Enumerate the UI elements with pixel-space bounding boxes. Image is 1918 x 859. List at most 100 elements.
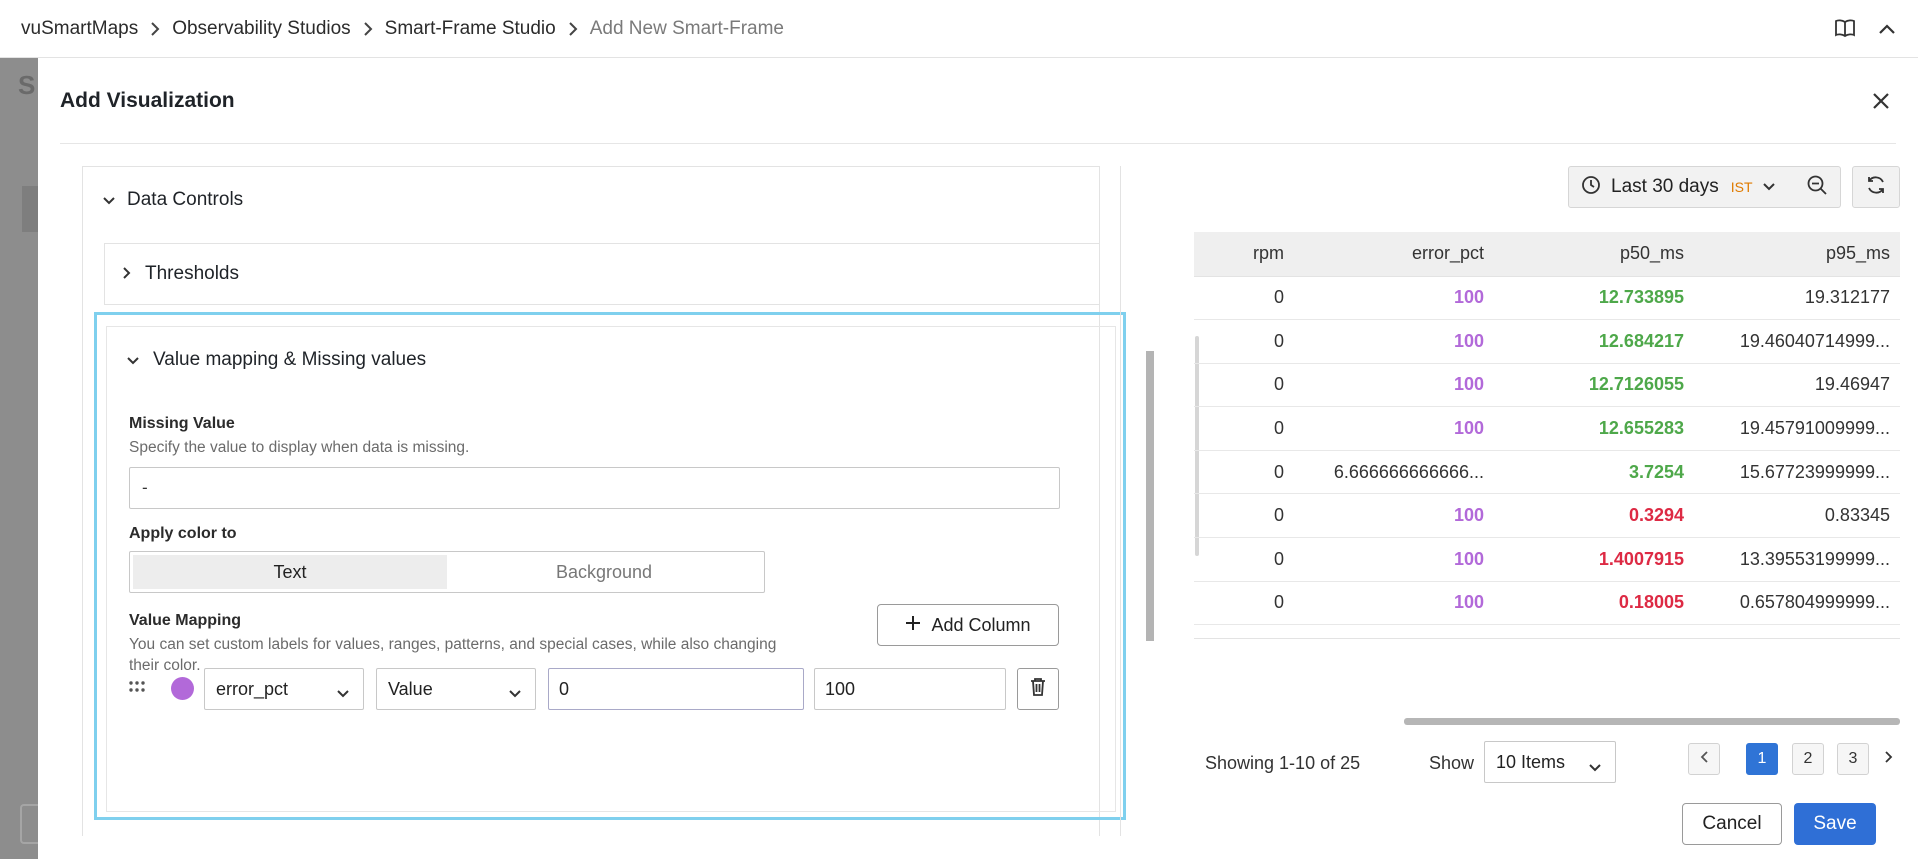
top-bar: vuSmartMaps Observability Studios Smart-… — [0, 0, 1918, 58]
next-page-button[interactable] — [1879, 743, 1899, 775]
cell-p50-ms: 0.3294 — [1494, 493, 1694, 539]
apply-color-label: Apply color to — [129, 525, 237, 542]
items-per-page-select[interactable]: 10 Items — [1484, 741, 1616, 783]
table-row: 0 100 1.4007915 13.39553199999... — [1194, 537, 1900, 582]
cell-p95-ms: 19.312177 — [1694, 276, 1900, 321]
background-page: S — [0, 58, 40, 859]
cell-rpm: 0 — [1194, 363, 1294, 408]
cell-p50-ms: 12.7126055 — [1494, 363, 1694, 408]
column-header-error-pct[interactable]: error_pct — [1294, 232, 1494, 277]
apply-color-option-text[interactable]: Text — [133, 555, 447, 589]
close-icon[interactable] — [1870, 90, 1892, 112]
breadcrumb-item-smart-frame-studio[interactable]: Smart-Frame Studio — [385, 18, 556, 40]
column-header-p50-ms[interactable]: p50_ms — [1494, 232, 1694, 277]
add-column-button[interactable]: Add Column — [877, 604, 1059, 646]
zoom-out-button[interactable] — [1793, 166, 1841, 208]
cell-error-pct: 100 — [1294, 537, 1494, 582]
modal-title: Add Visualization — [60, 89, 235, 112]
cell-p95-ms: 15.67723999999... — [1694, 450, 1900, 495]
page-button-1[interactable]: 1 — [1746, 743, 1778, 775]
preview-table: rpm error_pct p50_ms p95_ms 0 100 12.73389… — [1194, 232, 1900, 639]
data-controls-header[interactable]: Data Controls — [103, 189, 243, 211]
table-row: 0 100 12.684217 19.46040714999... — [1194, 319, 1900, 364]
zoom-out-icon — [1806, 174, 1828, 201]
chevron-right-icon — [568, 21, 578, 36]
prev-page-button[interactable] — [1688, 743, 1720, 775]
save-button[interactable]: Save — [1794, 803, 1876, 845]
table-row: 0 100 0.18005 0.657804999999... — [1194, 581, 1900, 626]
apply-color-option-background[interactable]: Background — [447, 555, 761, 589]
breadcrumb-item-observability-studios[interactable]: Observability Studios — [172, 18, 350, 40]
table-row: 0 100 12.655283 19.45791009999... — [1194, 406, 1900, 451]
table-header-row: rpm error_pct p50_ms p95_ms — [1194, 232, 1900, 277]
page-button-2[interactable]: 2 — [1792, 743, 1824, 775]
cell-p95-ms: 0.83345 — [1694, 493, 1900, 539]
book-icon[interactable] — [1834, 18, 1856, 43]
column-header-p95-ms[interactable]: p95_ms — [1694, 232, 1900, 277]
chevron-down-icon — [509, 682, 521, 703]
breadcrumb-item-vusmartmaps[interactable]: vuSmartMaps — [21, 18, 138, 40]
chevron-down-icon — [1589, 756, 1601, 777]
refresh-icon — [1865, 174, 1887, 201]
column-header-rpm[interactable]: rpm — [1194, 232, 1294, 277]
cell-rpm: 0 — [1194, 319, 1294, 364]
chevron-up-icon[interactable] — [1878, 22, 1896, 40]
drag-handle-icon[interactable] — [129, 680, 147, 698]
value-mapping-label: Value Mapping — [129, 612, 242, 629]
cell-error-pct: 100 — [1294, 406, 1494, 451]
cell-p50-ms: 1.4007915 — [1494, 537, 1694, 582]
chevron-right-icon — [363, 21, 373, 36]
page-button-3[interactable]: 3 — [1837, 743, 1869, 775]
mapping-color-swatch[interactable] — [171, 677, 194, 700]
cell-error-pct: 100 — [1294, 624, 1494, 638]
background-page-glyph: S — [18, 70, 36, 100]
mapping-value-input[interactable]: 0 — [548, 668, 804, 710]
cell-rpm: 0 — [1194, 581, 1294, 626]
cell-p95-ms: 19.29361715 — [1694, 624, 1900, 638]
thresholds-title: Thresholds — [145, 263, 239, 284]
show-label: Show — [1429, 753, 1475, 773]
add-visualization-modal: Add Visualization Data Controls Threshol… — [38, 58, 1918, 859]
cell-p50-ms: 3.7254 — [1494, 450, 1694, 495]
cell-p50-ms: 12.655283 — [1494, 406, 1694, 451]
table-row: 0 100 0.3294 0.83345 — [1194, 493, 1900, 539]
add-column-label: Add Column — [931, 614, 1031, 635]
cell-p50-ms: 12.344175 — [1494, 624, 1694, 638]
mapping-type-select[interactable]: Value — [376, 668, 536, 710]
cell-error-pct: 6.666666666666... — [1294, 450, 1494, 495]
value-mapping-header[interactable]: Value mapping & Missing values — [127, 349, 426, 371]
chevron-down-icon — [103, 189, 115, 211]
cell-p95-ms: 19.46040714999... — [1694, 319, 1900, 364]
chevron-down-icon — [1762, 178, 1775, 196]
value-mapping-highlight: Value mapping & Missing values Missing V… — [94, 312, 1126, 820]
chevron-right-icon — [123, 263, 131, 285]
cell-p50-ms: 0.18005 — [1494, 581, 1694, 626]
time-range-label: Last 30 days — [1611, 176, 1719, 197]
missing-value-input[interactable]: - — [129, 467, 1060, 509]
thresholds-section[interactable]: Thresholds — [104, 243, 1099, 305]
cell-error-pct: 100 — [1294, 493, 1494, 539]
cell-rpm: 0 — [1194, 624, 1294, 638]
cell-error-pct: 100 — [1294, 363, 1494, 408]
mapping-display-input[interactable]: 100 — [814, 668, 1006, 710]
chevron-left-icon — [1700, 750, 1708, 768]
table-horizontal-scrollbar[interactable] — [1404, 718, 1900, 725]
chevron-right-icon — [1885, 750, 1893, 768]
cell-rpm: 0 — [1194, 450, 1294, 495]
modal-header-divider — [60, 143, 1896, 144]
breadcrumb-current: Add New Smart-Frame — [589, 17, 784, 39]
table-row: 0 100 12.733895 19.312177 — [1194, 276, 1900, 321]
delete-mapping-button[interactable] — [1017, 668, 1059, 710]
left-panel-scrollbar[interactable] — [1146, 351, 1154, 641]
chevron-right-icon — [150, 21, 160, 36]
table-row: 010012.34417519.29361715 — [1194, 624, 1900, 638]
mapping-column-value: error_pct — [216, 678, 289, 699]
showing-count: Showing 1-10 of 25 — [1205, 753, 1361, 773]
time-range-picker[interactable]: Last 30 days IST — [1568, 166, 1794, 208]
cell-rpm: 0 — [1194, 406, 1294, 451]
mapping-column-select[interactable]: error_pct — [204, 668, 364, 710]
table-body: 0 100 12.733895 19.312177 0 100 12.684217 19.46… — [1194, 276, 1900, 638]
clock-icon — [1581, 175, 1601, 200]
refresh-button[interactable] — [1852, 166, 1900, 208]
cancel-button[interactable]: Cancel — [1682, 803, 1782, 845]
